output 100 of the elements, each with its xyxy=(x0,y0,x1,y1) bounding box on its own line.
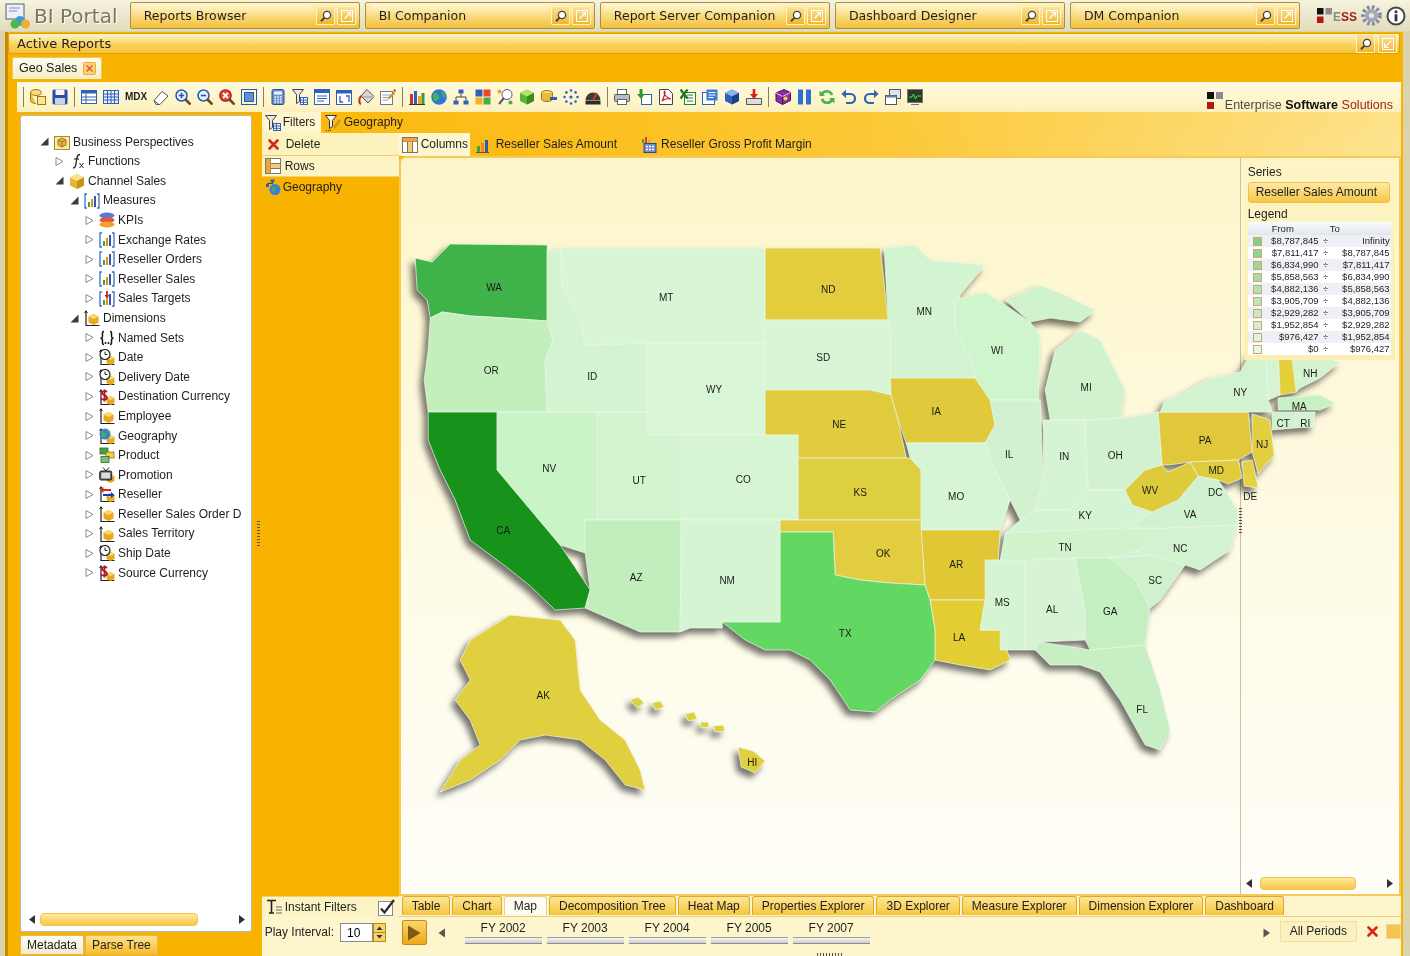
cylinder-icon[interactable] xyxy=(541,89,557,105)
panel-tab[interactable]: Metadata xyxy=(20,935,85,955)
search-button[interactable] xyxy=(786,6,806,25)
printer-icon[interactable] xyxy=(614,89,630,105)
calculator-icon[interactable] xyxy=(270,89,286,105)
globe-icon[interactable] xyxy=(431,89,447,105)
period-tab[interactable]: FY 2005 xyxy=(710,920,788,945)
document-icon[interactable] xyxy=(702,89,718,105)
view-tab[interactable]: Table xyxy=(401,896,451,915)
windows-icon[interactable] xyxy=(885,89,901,105)
cube-icon[interactable] xyxy=(724,89,740,105)
splitter-grip[interactable] xyxy=(256,521,260,548)
tree-item[interactable]: Sales Territory xyxy=(118,526,195,541)
report-tab[interactable]: Geo Sales xyxy=(12,57,102,79)
tree-item[interactable]: Destination Currency xyxy=(118,389,231,404)
view-tab[interactable]: 3D Explorer xyxy=(876,896,960,915)
period-tab[interactable]: FY 2002 xyxy=(464,920,542,945)
period-tab[interactable]: FY 2007 xyxy=(792,920,870,945)
search-button[interactable] xyxy=(1356,34,1375,53)
book-icon[interactable] xyxy=(775,89,791,105)
monitor-icon[interactable] xyxy=(907,89,923,105)
filter-chip[interactable]: Geography xyxy=(320,114,407,131)
tree-item[interactable]: Sales Targets xyxy=(118,291,191,306)
columns-icon[interactable] xyxy=(797,89,813,105)
cube-icon[interactable] xyxy=(519,89,535,105)
undo-icon[interactable] xyxy=(841,89,857,105)
document-pencil-icon[interactable] xyxy=(380,89,396,105)
tree-item[interactable]: Employee xyxy=(118,408,172,424)
bar-chart-icon[interactable] xyxy=(409,89,425,105)
search-button[interactable] xyxy=(1256,6,1276,25)
tree-item[interactable]: Geography xyxy=(118,428,178,443)
magnifier-nodes-icon[interactable] xyxy=(497,89,513,105)
view-tab[interactable]: Dimension Explorer xyxy=(1078,896,1204,915)
checkbox[interactable] xyxy=(377,898,395,916)
tree-arrow-icon[interactable] xyxy=(70,313,79,323)
view-tab[interactable]: Dashboard xyxy=(1205,896,1284,915)
view-tab[interactable]: Heat Map xyxy=(677,896,750,915)
tree-item[interactable]: Channel Sales xyxy=(88,173,167,189)
row-item[interactable]: Geography xyxy=(261,177,399,197)
grid-icon[interactable] xyxy=(103,89,119,105)
rows-tab[interactable]: Rows xyxy=(261,156,399,177)
scroll-left-icon[interactable] xyxy=(1245,879,1252,888)
stepper-icon[interactable] xyxy=(373,923,386,942)
search-button[interactable] xyxy=(551,6,571,25)
info-icon[interactable] xyxy=(1386,5,1406,26)
list-panel-icon[interactable] xyxy=(314,89,330,105)
scroll-left-icon[interactable] xyxy=(29,914,35,924)
paint-bucket-icon[interactable] xyxy=(358,89,374,105)
series-button[interactable]: Reseller Sales Amount xyxy=(1247,182,1390,203)
scroll-right-icon[interactable] xyxy=(1386,879,1393,888)
column-item[interactable]: Reseller Gross Profit Margin xyxy=(641,136,812,153)
clear-icon[interactable] xyxy=(1367,926,1378,937)
tree-item[interactable]: Source Currency xyxy=(118,565,209,581)
eraser-icon[interactable] xyxy=(153,89,169,105)
zoom-out-icon[interactable] xyxy=(197,89,213,105)
all-periods-button[interactable]: All Periods xyxy=(1279,921,1357,942)
app-title[interactable]: Dashboard Designer xyxy=(838,5,1020,26)
arrow-right-icon[interactable] xyxy=(1262,928,1270,938)
database-icon[interactable] xyxy=(30,89,46,105)
calendar-icon[interactable] xyxy=(336,89,352,105)
refresh-icon[interactable] xyxy=(819,89,835,105)
tree-item[interactable]: KPIs xyxy=(118,212,144,228)
tree-item[interactable]: Business Perspectives xyxy=(73,134,194,149)
view-tab[interactable]: Properties Explorer xyxy=(751,896,875,915)
close-icon[interactable] xyxy=(83,62,97,75)
document-icon[interactable] xyxy=(658,89,674,105)
panel-tab[interactable]: Parse Tree xyxy=(85,935,158,955)
tree-item[interactable]: Measures xyxy=(103,193,156,208)
view-tab[interactable]: Chart xyxy=(452,896,502,915)
period-tab[interactable]: FY 2004 xyxy=(628,920,706,945)
tree-arrow-icon[interactable] xyxy=(40,137,49,147)
tray-download-icon[interactable] xyxy=(746,89,762,105)
tree-item[interactable]: Dimensions xyxy=(103,310,166,326)
app-title[interactable]: DM Companion xyxy=(1073,5,1255,26)
table-icon[interactable] xyxy=(81,89,97,105)
magnifier-cross-icon[interactable] xyxy=(219,89,235,105)
color-grid-icon[interactable] xyxy=(475,89,491,105)
view-tab[interactable]: Decomposition Tree xyxy=(549,896,676,915)
column-item[interactable]: Reseller Sales Amount xyxy=(475,136,618,153)
scrollbar-thumb[interactable] xyxy=(40,912,198,926)
scrollbar-thumb[interactable] xyxy=(1259,877,1356,890)
tree-item[interactable]: Delivery Date xyxy=(118,369,191,385)
resize-grip[interactable] xyxy=(816,953,843,956)
save-icon[interactable] xyxy=(52,89,68,105)
tree-item[interactable]: Date xyxy=(118,350,144,365)
spreadsheet-icon[interactable] xyxy=(680,89,696,105)
frame-icon[interactable] xyxy=(241,89,257,105)
hierarchy-icon[interactable] xyxy=(453,89,469,105)
arrow-document-icon[interactable] xyxy=(636,89,652,105)
arrow-left-icon[interactable] xyxy=(437,928,445,938)
tree-item[interactable]: Reseller Sales xyxy=(118,271,196,287)
query-button[interactable]: MDX xyxy=(125,91,147,103)
redo-icon[interactable] xyxy=(863,89,879,105)
dot-burst-icon[interactable] xyxy=(563,89,579,105)
tree-item[interactable]: Named Sets xyxy=(118,330,185,345)
period-tab[interactable]: FY 2003 xyxy=(546,920,624,945)
tree-item[interactable]: Reseller Orders xyxy=(118,252,203,267)
app-title[interactable]: BI Companion xyxy=(368,5,550,26)
filters-tab[interactable]: Filters xyxy=(261,112,321,133)
interval-field[interactable]: 10 xyxy=(340,923,373,942)
